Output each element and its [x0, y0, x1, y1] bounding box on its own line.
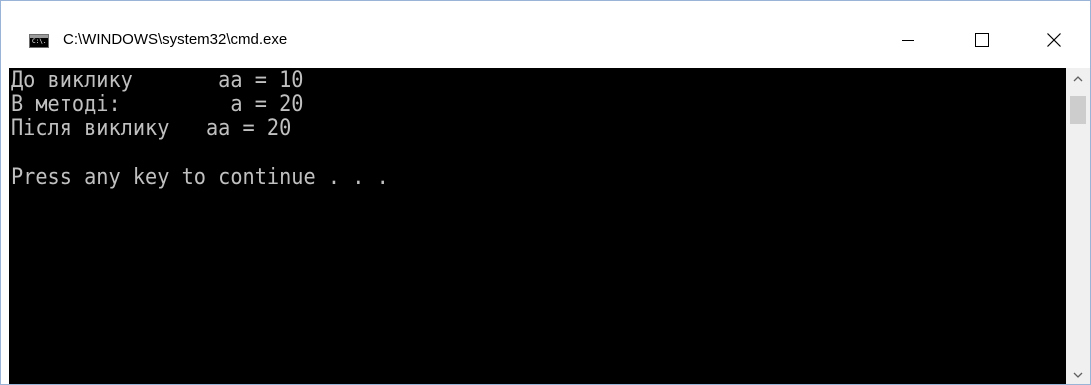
scroll-thumb[interactable] [1070, 96, 1086, 124]
minimize-icon [902, 40, 914, 41]
scroll-up-button[interactable] [1066, 68, 1090, 90]
close-button[interactable] [1031, 13, 1077, 67]
console-output[interactable]: До виклику aa = 10 В методі: a = 20 Післ… [9, 68, 1066, 384]
title-bar[interactable]: C:\. C:\WINDOWS\system32\cmd.exe [1, 1, 1090, 67]
window-title: C:\WINDOWS\system32\cmd.exe [63, 31, 288, 48]
cmd-icon-text: C:\. [32, 38, 47, 45]
console-prompt-line: Press any key to continue . . . [11, 165, 389, 190]
vertical-scrollbar[interactable] [1066, 68, 1090, 384]
scroll-down-button[interactable] [1066, 364, 1090, 384]
close-icon [1047, 33, 1061, 47]
console-window: C:\. C:\WINDOWS\system32\cmd.exe До викл… [0, 0, 1091, 385]
maximize-button[interactable] [959, 13, 1005, 67]
console-line: Після виклику aa = 20 [11, 116, 292, 141]
scroll-up-arrow-icon [1073, 76, 1083, 82]
minimize-button[interactable] [885, 13, 931, 67]
scroll-down-arrow-icon [1073, 372, 1083, 378]
cmd-icon[interactable]: C:\. [29, 34, 49, 48]
maximize-icon [975, 33, 989, 47]
console-line: В методі: a = 20 [11, 92, 304, 117]
console-line: До виклику aa = 10 [11, 68, 304, 93]
